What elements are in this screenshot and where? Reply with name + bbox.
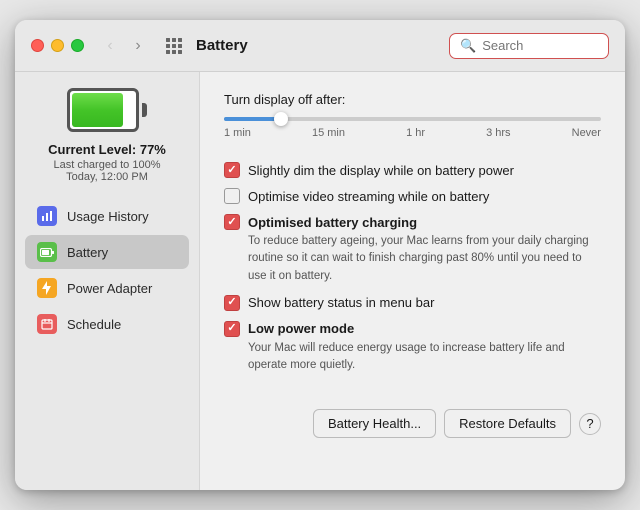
desc-low-power: Your Mac will reduce energy usage to inc… [248, 340, 601, 375]
sidebar-item-usage-history[interactable]: Usage History [25, 199, 189, 233]
search-input[interactable] [482, 38, 598, 53]
label-video-streaming: Optimise video streaming while on batter… [248, 189, 489, 204]
battery-terminal [142, 103, 147, 117]
main-panel: Turn display off after: 1 min 15 min 1 h… [200, 72, 625, 490]
battery-sidebar-icon [37, 242, 57, 262]
slider-mark-1: 15 min [312, 127, 345, 139]
battery-level: Current Level: 77% [48, 142, 166, 157]
window-title: Battery [196, 37, 248, 54]
sidebar-label-power-adapter: Power Adapter [67, 281, 152, 296]
battery-fill [72, 93, 123, 127]
panel-footer: Battery Health... Restore Defaults ? [224, 399, 601, 438]
sidebar-item-battery[interactable]: Battery [25, 235, 189, 269]
battery-info: Current Level: 77% Last charged to 100% … [48, 142, 166, 183]
battery-body [67, 88, 139, 132]
calendar-icon [37, 314, 57, 334]
help-button[interactable]: ? [579, 413, 601, 435]
option-video-streaming: Optimise video streaming while on batter… [224, 183, 601, 209]
label-menu-bar: Show battery status in menu bar [248, 295, 434, 310]
chart-icon [37, 206, 57, 226]
label-optimised-charging: Optimised battery charging [248, 215, 417, 230]
forward-button[interactable]: › [126, 34, 150, 58]
back-button[interactable]: ‹ [98, 34, 122, 58]
checkbox-dim-display[interactable] [224, 162, 240, 178]
restore-defaults-button[interactable]: Restore Defaults [444, 409, 571, 438]
slider-section: Turn display off after: 1 min 15 min 1 h… [224, 92, 601, 139]
search-icon: 🔍 [460, 38, 476, 54]
option-row-video-streaming: Optimise video streaming while on batter… [224, 188, 601, 204]
checkbox-menu-bar[interactable] [224, 295, 240, 311]
desc-optimised-charging: To reduce battery ageing, your Mac learn… [248, 233, 601, 285]
slider-mark-4: Never [572, 127, 601, 139]
option-row-menu-bar: Show battery status in menu bar [224, 295, 601, 311]
slider-thumb[interactable] [274, 112, 288, 126]
options-list: Slightly dim the display while on batter… [224, 157, 601, 379]
label-low-power: Low power mode [248, 321, 354, 336]
close-button[interactable] [31, 39, 44, 52]
label-dim-display: Slightly dim the display while on batter… [248, 163, 514, 178]
sidebar-label-battery: Battery [67, 245, 108, 260]
option-row-optimised-charging: Optimised battery charging [224, 214, 601, 230]
checkbox-video-streaming[interactable] [224, 188, 240, 204]
sidebar-item-power-adapter[interactable]: Power Adapter [25, 271, 189, 305]
slider-filled [224, 117, 281, 121]
search-box[interactable]: 🔍 [449, 33, 609, 59]
slider-mark-2: 1 hr [406, 127, 425, 139]
main-content: Current Level: 77% Last charged to 100% … [15, 72, 625, 490]
maximize-button[interactable] [71, 39, 84, 52]
sidebar-nav: Usage History Battery [25, 199, 189, 341]
bolt-icon [37, 278, 57, 298]
battery-illustration [67, 88, 147, 132]
slider-title: Turn display off after: [224, 92, 601, 107]
sidebar-label-usage-history: Usage History [67, 209, 149, 224]
sidebar-label-schedule: Schedule [67, 317, 121, 332]
checkbox-low-power[interactable] [224, 321, 240, 337]
option-row-dim-display: Slightly dim the display while on batter… [224, 162, 601, 178]
traffic-lights [31, 39, 84, 52]
option-optimised-charging: Optimised battery charging To reduce bat… [224, 209, 601, 290]
sidebar-item-schedule[interactable]: Schedule [25, 307, 189, 341]
battery-health-button[interactable]: Battery Health... [313, 409, 436, 438]
system-preferences-window: ‹ › Battery 🔍 [15, 20, 625, 490]
battery-charged: Last charged to 100% [48, 159, 166, 171]
titlebar: ‹ › Battery 🔍 [15, 20, 625, 72]
slider-mark-0: 1 min [224, 127, 251, 139]
option-row-low-power: Low power mode [224, 321, 601, 337]
checkbox-optimised-charging[interactable] [224, 214, 240, 230]
option-low-power: Low power mode Your Mac will reduce ener… [224, 316, 601, 380]
slider-labels: 1 min 15 min 1 hr 3 hrs Never [224, 127, 601, 139]
nav-buttons: ‹ › [98, 34, 150, 58]
slider-track[interactable] [224, 117, 601, 121]
option-dim-display: Slightly dim the display while on batter… [224, 157, 601, 183]
option-menu-bar: Show battery status in menu bar [224, 290, 601, 316]
battery-time: Today, 12:00 PM [48, 171, 166, 183]
minimize-button[interactable] [51, 39, 64, 52]
sidebar: Current Level: 77% Last charged to 100% … [15, 72, 200, 490]
slider-mark-3: 3 hrs [486, 127, 510, 139]
grid-icon[interactable] [162, 34, 186, 58]
